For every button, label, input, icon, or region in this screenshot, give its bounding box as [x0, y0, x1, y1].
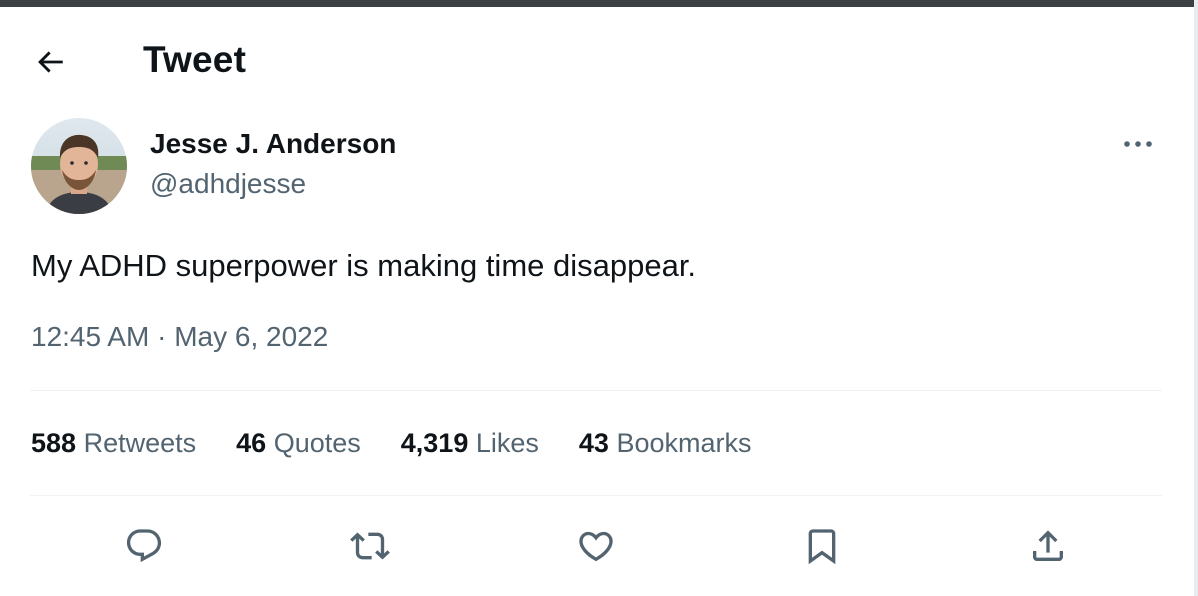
- bookmarks-count: 43: [578, 428, 609, 458]
- likes-count: 4,319: [400, 428, 469, 458]
- retweets-label: Retweets: [83, 428, 197, 458]
- back-button[interactable]: [25, 37, 75, 87]
- quotes-label: Quotes: [273, 428, 361, 458]
- like-icon: [579, 531, 613, 562]
- divider: [30, 495, 1162, 496]
- more-dots-icon: [1124, 141, 1152, 147]
- tweet-date[interactable]: May 6, 2022: [174, 321, 328, 352]
- like-button[interactable]: [572, 522, 620, 570]
- quotes-stat[interactable]: 46 Quotes: [236, 428, 361, 459]
- author-name[interactable]: Jesse J. Anderson: [150, 128, 396, 160]
- author-handle[interactable]: @adhdjesse: [150, 168, 306, 200]
- window-right-border: [1194, 0, 1198, 596]
- tweet-time[interactable]: 12:45 AM: [31, 321, 149, 352]
- likes-stat[interactable]: 4,319 Likes: [401, 428, 539, 459]
- timestamp-separator: ·: [157, 321, 167, 352]
- more-options-button[interactable]: [1120, 128, 1156, 160]
- reply-button[interactable]: [120, 522, 168, 570]
- retweet-icon: [350, 532, 390, 560]
- retweets-stat[interactable]: 588 Retweets: [31, 428, 196, 459]
- divider: [30, 390, 1162, 391]
- window-top-border: [0, 0, 1198, 7]
- bookmark-icon: [808, 529, 836, 565]
- share-icon: [1033, 530, 1063, 561]
- page-header: Tweet: [0, 7, 1194, 115]
- tweet-text: My ADHD superpower is making time disapp…: [31, 248, 697, 283]
- page-title: Tweet: [143, 39, 247, 80]
- bookmarks-stat[interactable]: 43 Bookmarks: [579, 428, 752, 459]
- bookmark-button[interactable]: [798, 522, 846, 570]
- retweet-button[interactable]: [346, 522, 394, 570]
- retweets-count: 588: [31, 428, 77, 458]
- likes-label: Likes: [475, 428, 539, 458]
- engagement-stats: 588 Retweets 46 Quotes 4,319 Likes 43 Bo…: [31, 428, 792, 459]
- reply-icon: [126, 529, 162, 563]
- quotes-count: 46: [236, 428, 267, 458]
- avatar[interactable]: [31, 118, 127, 214]
- bookmarks-label: Bookmarks: [616, 428, 752, 458]
- tweet-timestamp: 12:45 AM · May 6, 2022: [31, 321, 328, 353]
- share-button[interactable]: [1024, 522, 1072, 570]
- profile-photo: [31, 118, 127, 214]
- arrow-left-icon: [38, 51, 63, 73]
